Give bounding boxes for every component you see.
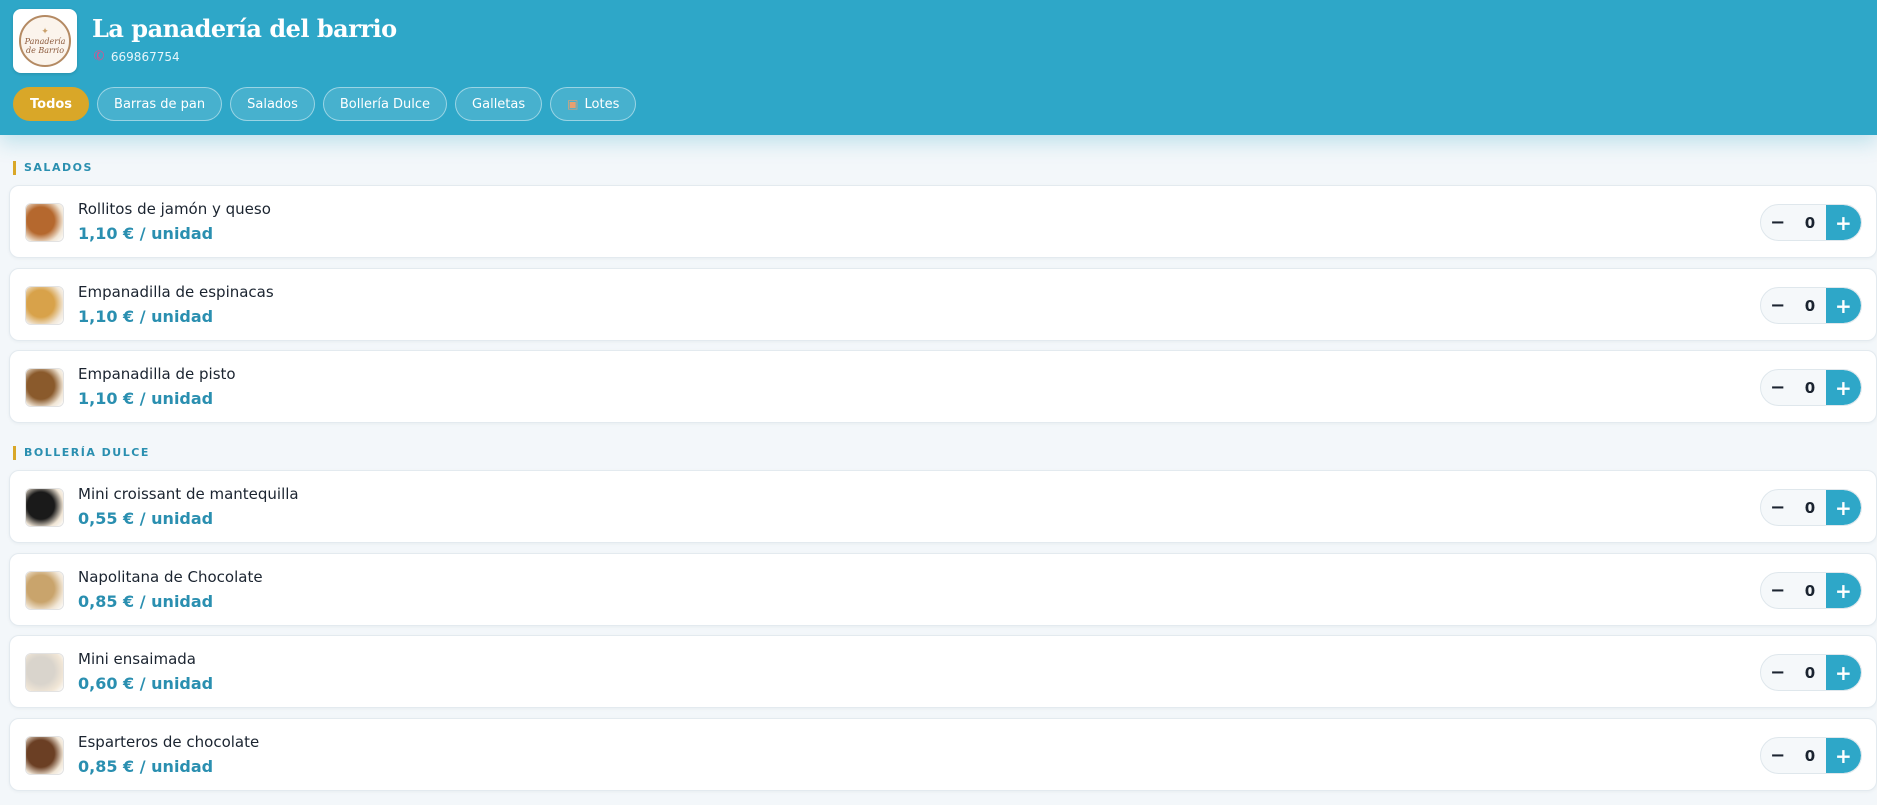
phone-number: 669867754 <box>110 49 180 64</box>
box-icon: ▣ <box>567 97 579 111</box>
product-price: 1,10 € / unidad <box>78 307 214 326</box>
category-tabs: Todos Barras de pan Salados Bollería Dul… <box>13 87 637 121</box>
product-image <box>26 654 63 691</box>
product-name: Rollitos de jamón y queso <box>78 200 271 218</box>
tab-label: Todos <box>30 96 73 112</box>
product-name: Empanadilla de pisto <box>78 365 236 383</box>
increase-button[interactable]: + <box>1825 205 1861 240</box>
decrease-button[interactable]: − <box>1761 205 1794 240</box>
logo-text-1: Panadería <box>24 36 66 46</box>
tab-galletas[interactable]: Galletas <box>455 87 543 121</box>
decrease-button[interactable]: − <box>1761 490 1794 525</box>
product-image <box>26 489 63 526</box>
product-price: 0,60 € / unidad <box>78 674 214 693</box>
product-thumbnail[interactable] <box>25 368 64 407</box>
product-name: Napolitana de Chocolate <box>78 568 263 586</box>
product-card: Empanadilla de espinacas 1,10 € / unidad −… <box>9 268 1877 341</box>
tab-label: Lotes <box>584 96 620 112</box>
phone-row[interactable]: ✆ 669867754 <box>91 47 180 66</box>
quantity-stepper: −0 + <box>1760 204 1862 241</box>
phone-icon: ✆ <box>91 47 108 66</box>
shop-title: La panadería del barrio <box>92 14 397 43</box>
increase-button[interactable]: + <box>1825 738 1861 773</box>
quantity-value: 0 <box>1804 663 1816 682</box>
increase-button[interactable]: + <box>1825 370 1861 405</box>
quantity-stepper: −0 + <box>1760 572 1862 609</box>
product-card: Esparteros de chocolate 0,85 € / unidad −0… <box>9 718 1877 791</box>
product-thumbnail[interactable] <box>25 736 64 775</box>
section-title-salados: SALADOS <box>13 161 93 175</box>
product-image <box>26 572 63 609</box>
tab-label: Barras de pan <box>114 96 206 112</box>
header: ✦ Panadería de Barrio La panadería del b… <box>0 0 1877 135</box>
increase-button[interactable]: + <box>1825 573 1861 608</box>
product-price: 0,85 € / unidad <box>78 757 214 776</box>
increase-button[interactable]: + <box>1825 655 1861 690</box>
product-price: 1,10 € / unidad <box>78 389 214 408</box>
quantity-stepper: −0 + <box>1760 489 1862 526</box>
tab-lotes[interactable]: ▣ Lotes <box>550 87 637 121</box>
product-thumbnail[interactable] <box>25 203 64 242</box>
tab-label: Salados <box>247 96 298 112</box>
product-name: Empanadilla de espinacas <box>78 283 274 301</box>
decrease-button[interactable]: − <box>1761 738 1794 773</box>
logo-badge: ✦ Panadería de Barrio <box>19 15 71 67</box>
product-thumbnail[interactable] <box>25 571 64 610</box>
logo-text-2: de Barrio <box>25 45 65 55</box>
increase-button[interactable]: + <box>1825 288 1861 323</box>
shop-logo[interactable]: ✦ Panadería de Barrio <box>13 9 77 73</box>
quantity-value: 0 <box>1804 746 1816 765</box>
section-title-bolleria-dulce: BOLLERÍA DULCE <box>13 446 150 460</box>
product-price: 0,55 € / unidad <box>78 509 214 528</box>
decrease-button[interactable]: − <box>1761 370 1794 405</box>
product-thumbnail[interactable] <box>25 286 64 325</box>
quantity-stepper: −0 + <box>1760 737 1862 774</box>
product-image <box>26 204 63 241</box>
tab-label: Galletas <box>472 96 526 112</box>
tab-salados[interactable]: Salados <box>230 87 315 121</box>
quantity-value: 0 <box>1804 498 1816 517</box>
product-image <box>26 369 63 406</box>
tab-bolleria-dulce[interactable]: Bollería Dulce <box>322 87 448 121</box>
product-thumbnail[interactable] <box>25 653 64 692</box>
quantity-value: 0 <box>1804 378 1816 397</box>
quantity-stepper: −0 + <box>1760 287 1862 324</box>
increase-button[interactable]: + <box>1825 490 1861 525</box>
product-card: Mini ensaimada 0,60 € / unidad −0 + <box>9 635 1877 708</box>
quantity-value: 0 <box>1804 581 1816 600</box>
tab-barras-de-pan[interactable]: Barras de pan <box>97 87 223 121</box>
product-card: Napolitana de Chocolate 0,85 € / unidad −0… <box>9 553 1877 626</box>
product-price: 0,85 € / unidad <box>78 592 214 611</box>
tab-label: Bollería Dulce <box>339 96 431 112</box>
product-name: Esparteros de chocolate <box>78 733 260 751</box>
product-thumbnail[interactable] <box>25 488 64 527</box>
product-name: Mini croissant de mantequilla <box>78 485 299 503</box>
product-price: 1,10 € / unidad <box>78 224 214 243</box>
tab-todos[interactable]: Todos <box>13 87 90 121</box>
wheat-icon: ✦ <box>41 26 49 37</box>
quantity-stepper: −0 + <box>1760 654 1862 691</box>
product-card: Rollitos de jamón y queso 1,10 € / unidad… <box>9 185 1877 258</box>
quantity-stepper: −0 + <box>1760 369 1862 406</box>
product-image <box>26 737 63 774</box>
decrease-button[interactable]: − <box>1761 655 1794 690</box>
decrease-button[interactable]: − <box>1761 573 1794 608</box>
product-name: Mini ensaimada <box>78 650 196 668</box>
quantity-value: 0 <box>1804 296 1816 315</box>
product-card: Empanadilla de pisto 1,10 € / unidad −0 + <box>9 350 1877 423</box>
quantity-value: 0 <box>1804 213 1816 232</box>
product-image <box>26 287 63 324</box>
product-card: Mini croissant de mantequilla 0,55 € / un… <box>9 470 1877 543</box>
decrease-button[interactable]: − <box>1761 288 1794 323</box>
